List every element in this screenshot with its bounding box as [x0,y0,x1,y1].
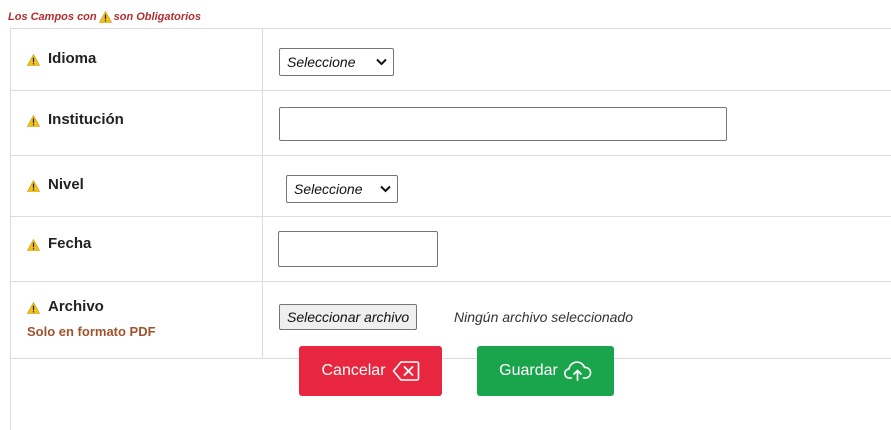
idioma-select-value: Seleccione [287,54,356,70]
row-nivel: Nivel Seleccione [11,156,891,217]
label-cell-nivel: Nivel [11,156,263,216]
nivel-select[interactable]: Seleccione [286,175,398,203]
select-file-button[interactable]: Seleccionar archivo [279,304,418,330]
institucion-input[interactable] [279,107,727,141]
row-archivo: Archivo Solo en formato PDF Seleccionar … [11,282,891,359]
label-institucion: Institución [26,111,124,128]
warning-icon [26,301,41,314]
warning-icon [98,10,112,23]
label-cell-idioma: Idioma [11,29,263,90]
form-table: Idioma Seleccione Institución Nivel Sele… [10,28,891,430]
nivel-select-value: Seleccione [294,181,363,197]
label-cell-institucion: Institución [11,91,263,155]
cloud-upload-icon [563,361,592,381]
label-idioma-text: Idioma [48,50,97,67]
row-institucion: Institución [11,91,891,156]
label-cell-fecha: Fecha [11,217,263,281]
label-archivo: Archivo [26,298,104,315]
label-cell-archivo: Archivo Solo en formato PDF [11,282,263,358]
label-archivo-text: Archivo [48,298,104,315]
chevron-down-icon [380,185,391,193]
label-nivel-text: Nivel [48,176,84,193]
required-note-prefix: Los Campos con [8,11,97,23]
file-status-text: Ningún archivo seleccionado [454,309,633,325]
warning-icon [26,238,41,251]
save-button[interactable]: Guardar [477,346,614,396]
required-fields-note: Los Campos con son Obligatorios [8,9,201,25]
label-idioma: Idioma [26,50,97,67]
warning-icon [26,179,41,192]
cancel-button[interactable]: Cancelar [299,346,442,396]
label-nivel: Nivel [26,176,84,193]
save-button-label: Guardar [499,362,558,379]
backspace-x-icon [392,361,419,381]
archivo-format-hint: Solo en formato PDF [27,324,156,339]
required-note-suffix: son Obligatorios [113,11,202,23]
fecha-input[interactable] [278,231,438,267]
warning-icon [26,53,41,66]
idioma-select[interactable]: Seleccione [279,48,394,76]
chevron-down-icon [376,58,387,66]
warning-icon [26,114,41,127]
label-fecha-text: Fecha [48,235,92,252]
row-idioma: Idioma Seleccione [11,29,891,91]
cancel-button-label: Cancelar [321,362,386,379]
label-institucion-text: Institución [48,111,124,128]
row-fecha: Fecha [11,217,891,282]
label-fecha: Fecha [26,235,92,252]
